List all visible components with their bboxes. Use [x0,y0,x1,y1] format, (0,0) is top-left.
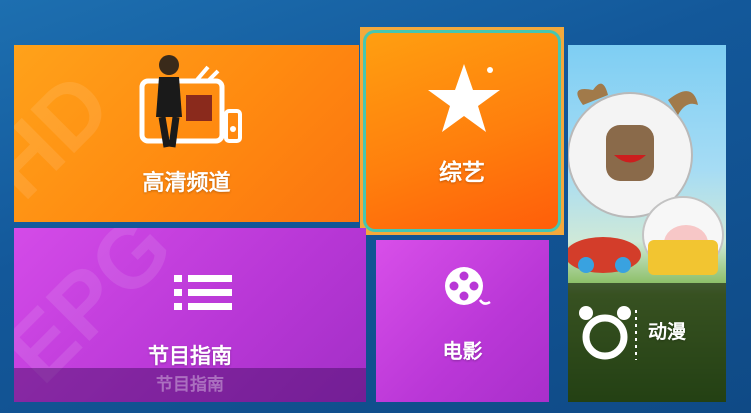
tile-anime-label: 动漫 [648,321,687,343]
tile-variety[interactable]: 综艺 [360,27,564,235]
tile-anime[interactable]: 动漫 [568,45,726,402]
mouse-ears-icon [579,306,631,360]
tile-variety-label: 综艺 [439,160,485,186]
tv-icon [139,55,242,148]
divider-dots [635,310,637,360]
tile-hd-channel[interactable]: HD 高清频道 [14,45,359,222]
variety-focus-frame: 综艺 [363,30,561,232]
tile-hd-label: 高清频道 [142,171,231,196]
tile-movies-label: 电影 [442,339,483,363]
film-reel-icon [445,267,491,305]
tile-program-guide-sublabel: 节目指南 [14,368,366,402]
tile-program-guide-label: 节目指南 [148,344,232,368]
tile-movies[interactable]: 电影 [376,240,549,402]
cartoon-sheep-image [568,83,724,275]
star-icon [428,64,500,132]
list-icon [174,275,232,310]
tile-program-guide[interactable]: EPG 节目指南 节目指南 [14,228,366,402]
